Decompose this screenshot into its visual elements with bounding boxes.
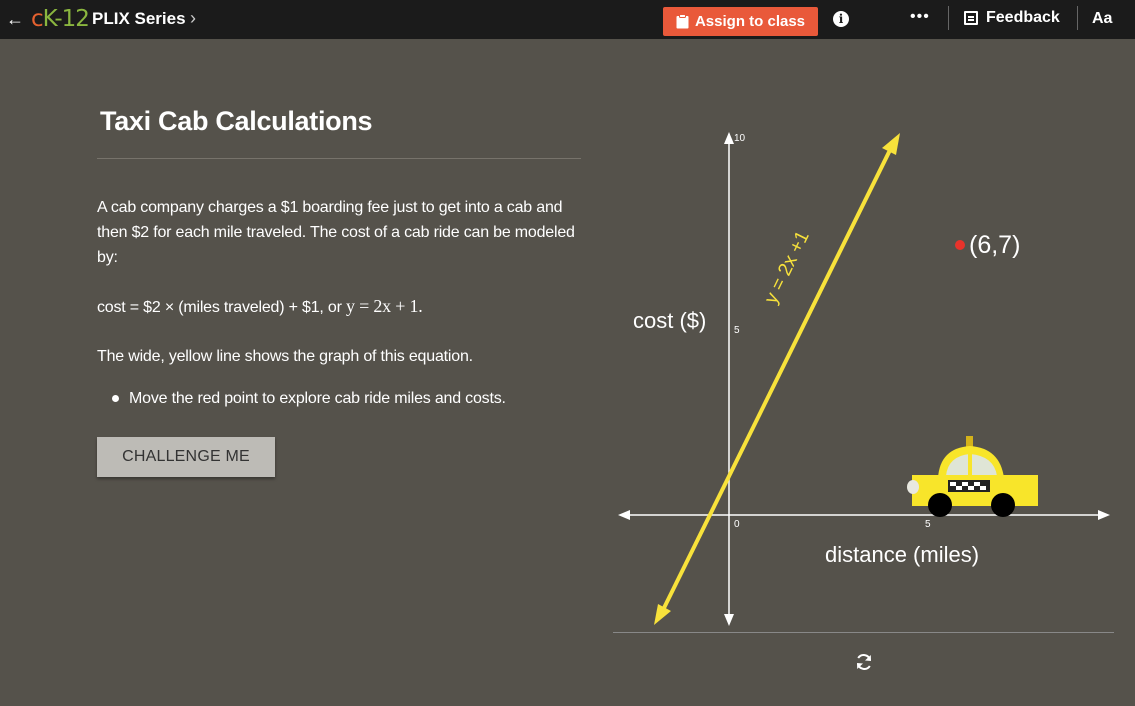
graph-explanation: The wide, yellow line shows the graph of… [97, 348, 473, 365]
y-axis-label: cost ($) [633, 308, 706, 333]
taxi-cab-image [907, 436, 1038, 517]
feedback-button[interactable]: Feedback [964, 9, 1060, 27]
instruction-text: Move the red point to explore cab ride m… [129, 390, 506, 407]
more-options-icon[interactable]: ••• [910, 8, 930, 26]
draggable-red-point[interactable] [955, 240, 965, 250]
top-nav-bar: ← cK-12 PLIX Series › Assign to class i … [0, 0, 1135, 39]
chevron-right-icon: › [190, 8, 196, 28]
refresh-icon[interactable] [854, 652, 874, 672]
feedback-icon [964, 11, 978, 25]
clipboard-icon [676, 14, 689, 29]
info-icon[interactable]: i [833, 11, 849, 27]
graph-divider [613, 632, 1114, 633]
interactive-graph[interactable]: 10 5 5 0 cost ($) distance (miles) y = 2… [600, 120, 1120, 640]
y-tick-10: 10 [734, 133, 746, 144]
equation-prefix: cost = $2 × (miles traveled) + $1, or [97, 299, 346, 316]
arrow-left-icon[interactable]: ← [6, 9, 24, 30]
bullet-dot [112, 395, 119, 402]
equation-line-label: y = 2x +1 [761, 228, 814, 307]
ck12-logo[interactable]: cK-12 [31, 6, 90, 32]
description-paragraph: A cab company charges a $1 boarding fee … [97, 199, 575, 266]
page-title: Taxi Cab Calculations [100, 106, 373, 136]
x-axis-label: distance (miles) [825, 542, 979, 567]
x-tick-5: 5 [925, 519, 931, 530]
assign-to-class-button[interactable]: Assign to class [663, 7, 818, 36]
divider [1077, 6, 1078, 30]
assign-to-class-label: Assign to class [694, 13, 806, 30]
y-tick-5: 5 [734, 325, 740, 336]
challenge-me-button[interactable]: CHALLENGE ME [97, 437, 275, 477]
x-axis [618, 510, 1110, 520]
feedback-label: Feedback [986, 9, 1060, 26]
equation-math: y = 2x + 1. [345, 296, 423, 316]
point-coordinate-label: (6,7) [969, 231, 1020, 259]
equation-paragraph: cost = $2 × (miles traveled) + $1, or y … [97, 294, 577, 320]
divider [948, 6, 949, 30]
origin-tick: 0 [734, 519, 740, 530]
title-divider [97, 158, 581, 159]
instruction-bullet: Move the red point to explore cab ride m… [112, 386, 506, 411]
y-axis [724, 132, 734, 626]
font-size-button[interactable]: Aa [1092, 10, 1112, 28]
plix-series-link[interactable]: PLIX Series [92, 9, 186, 29]
